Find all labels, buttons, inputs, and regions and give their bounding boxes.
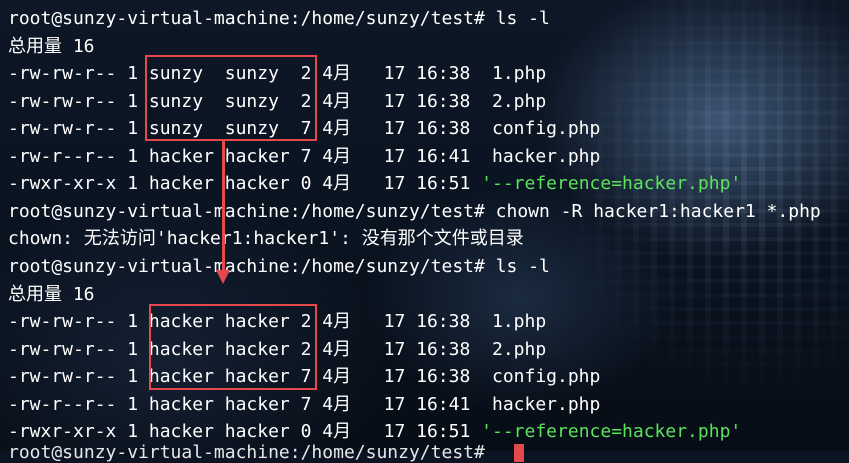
file-row: -rw-r--r-- 1 hacker hacker 7 4月 17 16:41… <box>8 145 601 167</box>
owner-highlight-box-after <box>149 304 317 390</box>
ls-block-before: root@sunzy-virtual-machine:/home/sunzy/t… <box>8 5 821 253</box>
file-row: -rw-rw-r-- 1 sunzy sunzy 2 4月 17 16:38 2… <box>8 90 547 112</box>
owner-highlight-box-before <box>145 55 317 141</box>
annotation-arrow-shaft <box>222 140 225 272</box>
file-row: -rw-r--r-- 1 hacker hacker 7 4月 17 16:41… <box>8 393 601 415</box>
file-row: -rw-rw-r-- 1 hacker hacker 2 4月 17 16:38… <box>8 311 547 332</box>
chown-error-line: chown: 无法访问'hacker1:hacker1': 没有那个文件或目录 <box>8 228 524 249</box>
total-line: 总用量 16 <box>8 283 95 305</box>
prompt-line: root@sunzy-virtual-machine:/home/sunzy/t… <box>8 8 550 29</box>
file-row-meta: -rwxr-xr-x 1 hacker hacker 0 4月 17 16:51 <box>8 173 482 194</box>
file-row: -rw-rw-r-- 1 hacker hacker 2 4月 17 16:38… <box>8 338 547 360</box>
reference-filename: '--reference=hacker.php' <box>481 421 742 442</box>
file-row: -rw-rw-r-- 1 sunzy sunzy 2 4月 17 16:38 1… <box>8 63 547 84</box>
partial-prompt-line: root@sunzy-virtual-machine:/home/sunzy/t… <box>8 442 496 463</box>
terminal-cursor <box>514 444 524 462</box>
file-row-meta: -rwxr-xr-x 1 hacker hacker 0 4月 17 16:51 <box>8 421 482 442</box>
arrow-down-icon <box>216 270 230 284</box>
chown-command-line: root@sunzy-virtual-machine:/home/sunzy/t… <box>8 200 821 222</box>
file-row: -rw-rw-r-- 1 hacker hacker 7 4月 17 16:38… <box>8 366 601 387</box>
file-row: -rw-rw-r-- 1 sunzy sunzy 7 4月 17 16:38 c… <box>8 118 601 139</box>
reference-filename: '--reference=hacker.php' <box>481 173 742 194</box>
ls-block-after: root@sunzy-virtual-machine:/home/sunzy/t… <box>8 253 741 446</box>
prompt-line: root@sunzy-virtual-machine:/home/sunzy/t… <box>8 256 550 277</box>
total-line: 总用量 16 <box>8 35 95 57</box>
file-row: -rwxr-xr-x 1 hacker hacker 0 4月 17 16:51… <box>8 170 821 198</box>
